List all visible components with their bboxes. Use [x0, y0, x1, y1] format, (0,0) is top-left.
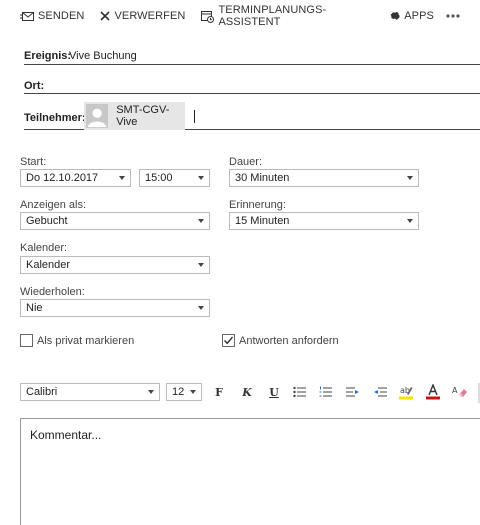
duration-value: 30 Minuten: [235, 172, 290, 184]
highlighter-icon: ab: [399, 386, 413, 400]
apps-icon: [390, 11, 400, 21]
send-icon: [20, 11, 34, 22]
location-label: Ort:: [24, 80, 45, 92]
more-icon: [446, 14, 460, 18]
chevron-down-icon: [198, 263, 204, 267]
checkbox-box[interactable]: [222, 334, 235, 347]
reminder-select[interactable]: 15 Minuten: [229, 212, 419, 230]
more-options-button[interactable]: [446, 14, 464, 18]
repeat-label: Wiederholen:: [20, 286, 85, 298]
attendees-label: Teilnehmer:: [24, 112, 86, 124]
chevron-down-icon: [148, 390, 154, 394]
bullet-list-button[interactable]: [292, 384, 308, 400]
font-family-value: Calibri: [26, 386, 58, 398]
calendar-value: Kalender: [26, 259, 71, 271]
calendar-label: Kalender:: [20, 242, 68, 254]
font-size-value: 12: [172, 386, 185, 398]
eraser-icon: A: [452, 386, 467, 397]
person-icon: [87, 108, 107, 128]
clear-formatting-button[interactable]: A: [452, 384, 468, 400]
chevron-down-icon: [190, 390, 196, 394]
italic-button[interactable]: K: [239, 384, 255, 400]
send-label: SENDEN: [38, 10, 85, 22]
location-field[interactable]: Ort:: [24, 75, 480, 94]
attendee-chip[interactable]: SMT-CGV-Vive: [84, 102, 185, 130]
highlight-button[interactable]: ab: [398, 384, 414, 400]
repeat-value: Nie: [26, 302, 43, 314]
command-toolbar: SENDEN VERWERFEN TERMINPLANUNGS-ASSISTEN…: [20, 4, 480, 28]
apps-button[interactable]: APPS: [390, 10, 434, 22]
private-label: Als privat markieren: [37, 334, 135, 347]
close-icon: [100, 11, 111, 21]
start-time-value: 15:00: [145, 172, 173, 184]
scheduling-assistant-button[interactable]: TERMINPLANUNGS-ASSISTENT: [201, 4, 374, 28]
event-value: Vive Buchung: [69, 50, 137, 62]
checkmark-icon: [224, 336, 234, 345]
font-color-icon: [426, 384, 440, 400]
chevron-down-icon: [407, 176, 413, 180]
scheduling-assistant-label: TERMINPLANUNGS-ASSISTENT: [218, 4, 327, 28]
numbered-list-icon: [319, 386, 332, 397]
repeat-select[interactable]: Nie: [20, 299, 210, 317]
chevron-down-icon: [198, 219, 204, 223]
attendee-name: SMT-CGV-Vive: [116, 104, 170, 128]
comment-textarea[interactable]: Kommentar...: [20, 418, 480, 525]
font-size-select[interactable]: 12: [166, 383, 202, 401]
formatting-toolbar: Calibri 12 F K U ab A: [20, 383, 480, 403]
avatar: [86, 104, 109, 128]
italic-icon: K: [242, 385, 252, 399]
request-responses-checkbox[interactable]: Antworten anfordern: [222, 334, 339, 347]
send-button[interactable]: SENDEN: [20, 10, 84, 22]
chevron-down-icon: [198, 306, 204, 310]
chevron-down-icon: [407, 219, 413, 223]
bullet-list-icon: [293, 386, 306, 398]
chevron-down-icon: [198, 176, 204, 180]
show-as-value: Gebucht: [26, 215, 68, 227]
show-as-label: Anzeigen als:: [20, 199, 87, 211]
svg-text:A: A: [452, 386, 458, 395]
calendar-select[interactable]: Kalender: [20, 256, 210, 274]
bold-button[interactable]: F: [211, 384, 227, 400]
checkbox-box[interactable]: [20, 334, 33, 347]
reminder-label: Erinnerung:: [229, 199, 286, 211]
discard-label: VERWERFEN: [114, 10, 186, 22]
text-cursor: [194, 110, 195, 123]
font-family-select[interactable]: Calibri: [20, 383, 160, 401]
duration-select[interactable]: 30 Minuten: [229, 169, 419, 187]
underline-icon: U: [269, 385, 279, 399]
discard-button[interactable]: VERWERFEN: [100, 10, 185, 22]
chevron-down-icon: [119, 176, 125, 180]
apps-label: APPS: [404, 10, 434, 22]
start-label: Start:: [20, 156, 47, 168]
start-date-select[interactable]: Do 12.10.2017: [20, 169, 131, 187]
indent-increase-icon: [346, 387, 359, 397]
font-color-button[interactable]: [425, 384, 441, 400]
reminder-value: 15 Minuten: [235, 215, 290, 227]
underline-button[interactable]: U: [266, 384, 282, 400]
event-field[interactable]: Ereignis: Vive Buchung: [24, 46, 480, 65]
numbered-list-button[interactable]: [318, 384, 334, 400]
start-date-value: Do 12.10.2017: [26, 172, 99, 184]
start-time-select[interactable]: 15:00: [139, 169, 210, 187]
decrease-indent-button[interactable]: [372, 384, 388, 400]
indent-decrease-icon: [374, 387, 387, 397]
event-label: Ereignis:: [24, 50, 72, 62]
comment-placeholder: Kommentar...: [30, 428, 102, 442]
calendar-clock-icon: [201, 10, 215, 23]
request-responses-label: Antworten anfordern: [239, 334, 339, 347]
private-checkbox[interactable]: Als privat markieren: [20, 334, 134, 347]
duration-label: Dauer:: [229, 156, 263, 168]
bold-icon: F: [215, 385, 223, 399]
show-as-select[interactable]: Gebucht: [20, 212, 210, 230]
increase-indent-button[interactable]: [345, 384, 361, 400]
